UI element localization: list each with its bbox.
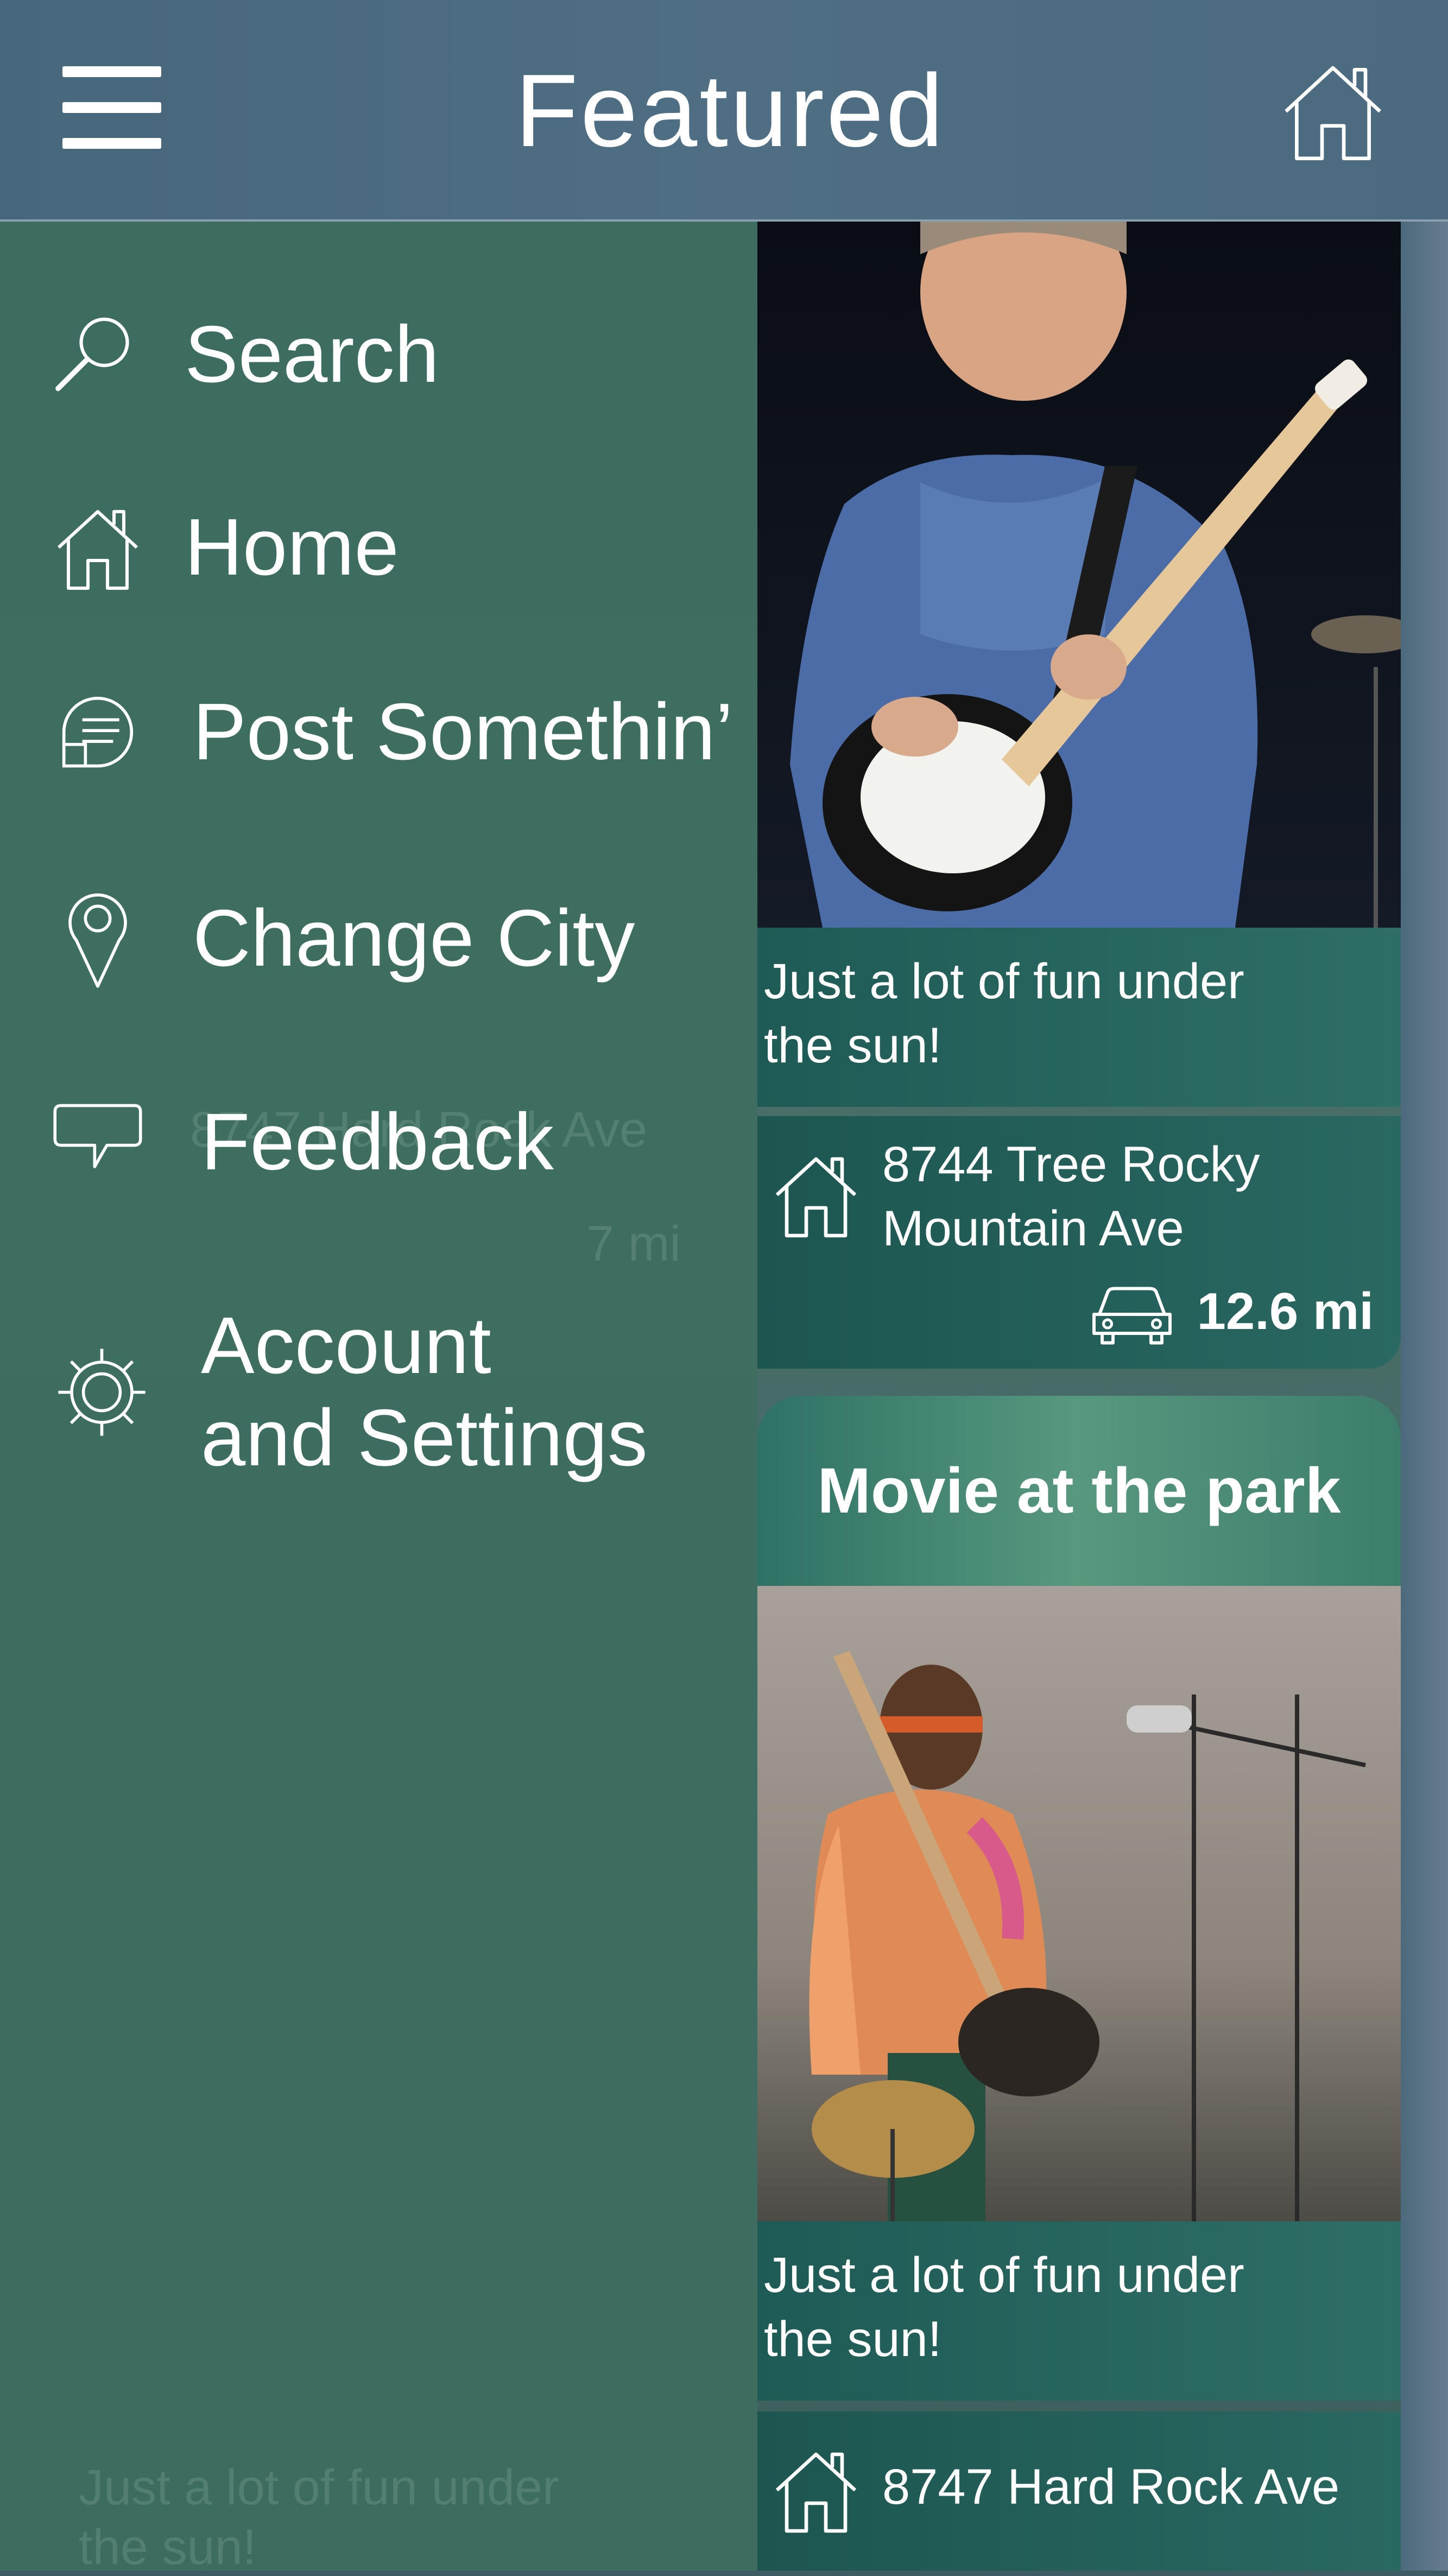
home-icon[interactable]	[1276, 57, 1390, 166]
menu-label: Feedback	[201, 1097, 554, 1187]
description-line: the sun!	[764, 1018, 942, 1073]
event-photo-guitarist-2[interactable]	[757, 1586, 1401, 2221]
gear-icon	[58, 1348, 146, 1436]
house-icon	[775, 1157, 857, 1238]
ghost-description: the sun!	[79, 2520, 257, 2575]
speech-bubble-icon	[53, 1104, 142, 1168]
scroll-track	[1401, 217, 1448, 2571]
ghost-description: Just a lot of fun under	[79, 2460, 559, 2515]
side-menu-drawer[interactable]: 8747 Hard Rock Ave 7 mi Just a lot of fu…	[0, 222, 757, 2575]
menu-label: Home	[185, 502, 399, 592]
distance-label: 12.6 mi	[1197, 1282, 1374, 1340]
event-description-1: Just a lot of fun under the sun!	[757, 928, 1401, 1107]
event-title[interactable]: Movie at the park	[757, 1396, 1401, 1586]
event-address-1[interactable]: 8744 Tree Rocky Mountain Ave 12.6 mi	[757, 1116, 1401, 1369]
ghost-distance: 7 mi	[586, 1216, 681, 1271]
description-line: the sun!	[764, 2312, 942, 2367]
search-icon	[55, 317, 129, 392]
home-icon	[57, 510, 138, 590]
menu-item-account-settings[interactable]: Account and Settings	[52, 1300, 648, 1484]
post-icon	[62, 696, 134, 768]
event-description-2: Just a lot of fun under the sun!	[757, 2221, 1401, 2401]
menu-label: Account	[201, 1301, 491, 1390]
house-icon	[775, 2452, 857, 2533]
menu-label: Post Somethin’	[193, 687, 734, 777]
event-address-2[interactable]: 8747 Hard Rock Ave	[757, 2411, 1401, 2571]
description-line: Just a lot of fun under	[764, 2247, 1244, 2303]
menu-item-post[interactable]: Post Somethin’	[52, 686, 733, 778]
menu-item-home[interactable]: Home	[49, 499, 399, 596]
top-navigation-bar: Featured	[0, 0, 1448, 222]
menu-item-feedback[interactable]: Feedback	[49, 1096, 554, 1188]
address-line: 8747 Hard Rock Ave	[882, 2459, 1340, 2515]
menu-label: Search	[185, 310, 439, 399]
address-line: 8744 Tree Rocky	[882, 1137, 1260, 1192]
menu-label: Change City	[193, 893, 635, 983]
featured-feed[interactable]: Just a lot of fun under the sun! 8744 Tr…	[757, 0, 1401, 2571]
event-photo-guitarist-1[interactable]	[757, 222, 1401, 928]
menu-label: and Settings	[201, 1393, 648, 1483]
car-icon	[1092, 1287, 1172, 1345]
location-pin-icon	[68, 893, 127, 988]
address-line: Mountain Ave	[882, 1201, 1184, 1256]
page-title: Featured	[515, 53, 946, 168]
menu-item-change-city[interactable]: Change City	[52, 884, 635, 993]
menu-item-search[interactable]: Search	[49, 308, 439, 401]
description-line: Just a lot of fun under	[764, 954, 1244, 1009]
